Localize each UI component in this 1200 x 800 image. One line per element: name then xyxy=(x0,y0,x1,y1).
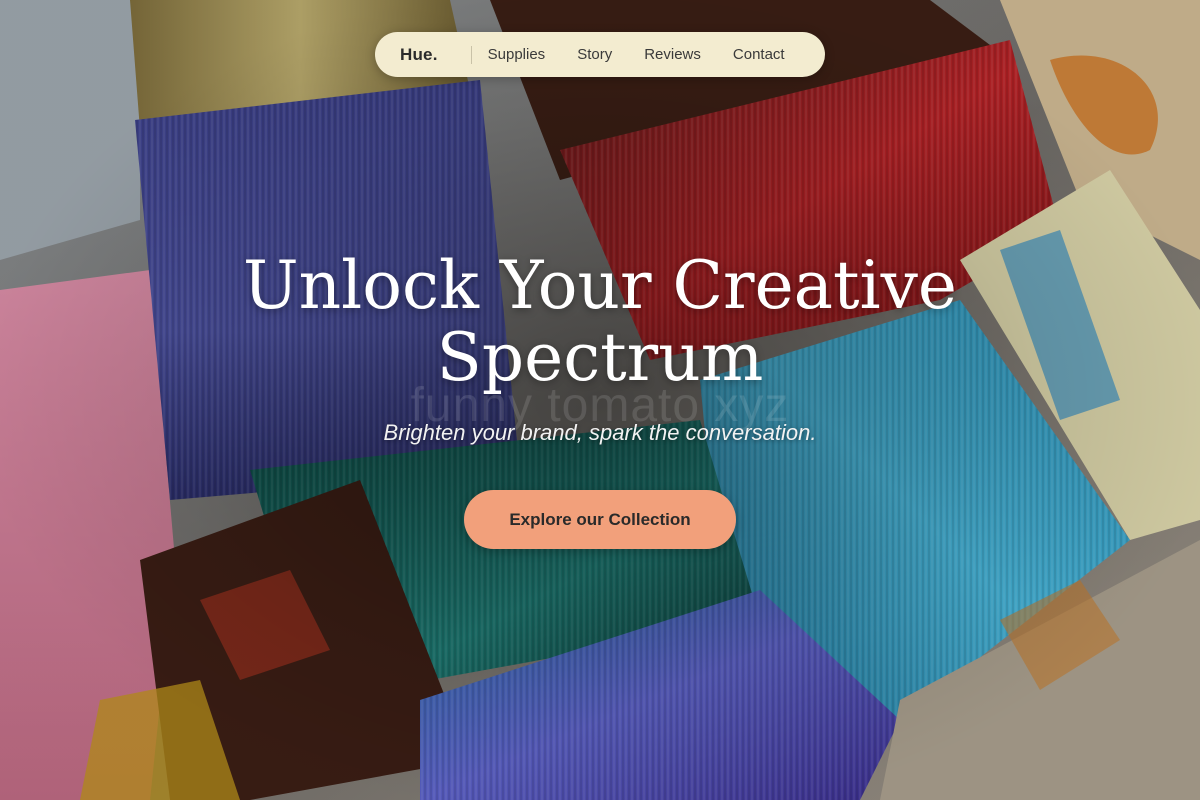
brand-logo[interactable]: Hue. xyxy=(400,45,438,65)
nav-link-supplies[interactable]: Supplies xyxy=(488,46,546,63)
nav-link-contact[interactable]: Contact xyxy=(733,46,785,63)
explore-collection-button[interactable]: Explore our Collection xyxy=(464,490,736,549)
nav-link-reviews[interactable]: Reviews xyxy=(644,46,701,63)
hero-section: Hue. Supplies Story Reviews Contact Unlo… xyxy=(0,0,1200,800)
nav-link-story[interactable]: Story xyxy=(577,46,612,63)
hero-headline-line-1: Unlock Your Creative xyxy=(243,247,957,324)
hero-headline-line-2: Spectrum xyxy=(436,319,764,396)
paintbrush-background-image xyxy=(0,0,1200,800)
hero-subheadline: Brighten your brand, spark the conversat… xyxy=(383,420,817,445)
hero-headline: Unlock Your Creative Spectrum xyxy=(0,250,1200,394)
top-navigation: Hue. Supplies Story Reviews Contact xyxy=(375,32,825,77)
nav-links: Supplies Story Reviews Contact xyxy=(488,46,785,64)
nav-divider xyxy=(470,45,472,64)
